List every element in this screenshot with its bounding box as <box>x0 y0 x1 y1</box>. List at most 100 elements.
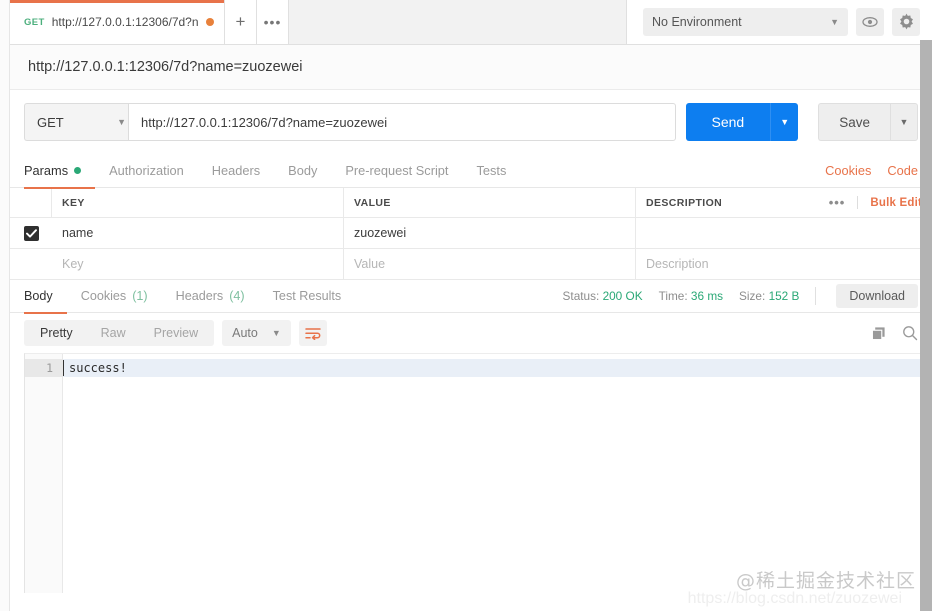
status-label: Status: <box>562 289 600 303</box>
size-label: Size: <box>739 289 766 303</box>
tab-headers[interactable]: Headers <box>198 154 274 188</box>
view-mode-pretty[interactable]: Pretty <box>26 322 87 344</box>
unsaved-indicator-icon <box>206 18 214 26</box>
response-tab-body[interactable]: Body <box>24 279 67 314</box>
chevron-down-icon: ▼ <box>117 117 126 127</box>
view-mode-preview[interactable]: Preview <box>140 322 212 344</box>
response-tab-cookies-label: Cookies <box>80 289 127 303</box>
time-badge: Time: 36 ms <box>659 289 723 303</box>
save-button-group: Save ▼ <box>818 103 918 141</box>
settings-button[interactable] <box>892 7 920 36</box>
size-badge: Size: 152 B <box>739 289 799 303</box>
editor-gutter: 1 <box>25 354 63 593</box>
tab-options-button[interactable]: ••• <box>257 0 289 44</box>
send-options-button[interactable]: ▼ <box>770 103 799 141</box>
search-response-button[interactable] <box>902 325 918 341</box>
request-title-url: http://127.0.0.1:12306/7d?name=zuozewei <box>28 59 303 75</box>
params-table-header: KEY VALUE DESCRIPTION ••• Bulk Edit <box>10 188 932 218</box>
response-tab-test-results[interactable]: Test Results <box>259 279 356 313</box>
text-wrap-icon <box>305 327 321 340</box>
postman-window: GET http://127.0.0.1:12306/7d?name= + ••… <box>0 0 932 611</box>
request-tabs: Params Authorization Headers Body Pre-re… <box>10 154 932 189</box>
new-tab-button[interactable]: + <box>225 0 257 44</box>
copy-response-button[interactable] <box>871 326 886 341</box>
response-body-toolbar: Pretty Raw Preview Auto ▼ <box>10 313 932 353</box>
response-toolbar-actions <box>871 325 918 341</box>
param-empty-key-input[interactable]: Key <box>52 249 344 279</box>
request-url-input[interactable]: http://127.0.0.1:12306/7d?name=zuozewei <box>128 103 676 141</box>
left-sidebar-rail <box>0 0 10 611</box>
request-url-value: http://127.0.0.1:12306/7d?name=zuozewei <box>141 114 388 130</box>
right-rail-top <box>920 0 932 40</box>
save-button[interactable]: Save <box>818 103 890 141</box>
params-header-value: VALUE <box>344 188 636 217</box>
status-value: 200 OK <box>602 289 643 303</box>
request-tab-strip: GET http://127.0.0.1:12306/7d?name= + ••… <box>10 0 627 44</box>
request-title-row: http://127.0.0.1:12306/7d?name=zuozewei <box>10 45 932 90</box>
time-label: Time: <box>658 289 688 303</box>
params-header-description: DESCRIPTION ••• Bulk Edit <box>636 188 932 217</box>
send-button-group: Send ▼ <box>685 103 799 141</box>
http-method-label: GET <box>37 114 64 130</box>
meta-divider <box>815 287 817 305</box>
chevron-down-icon: ▼ <box>830 16 839 27</box>
param-enabled-checkbox[interactable] <box>23 225 39 241</box>
top-bar: GET http://127.0.0.1:12306/7d?name= + ••… <box>10 0 932 45</box>
line-number: 1 <box>25 359 62 377</box>
params-table: KEY VALUE DESCRIPTION ••• Bulk Edit name… <box>10 188 932 280</box>
chevron-down-icon: ▼ <box>271 328 281 338</box>
params-more-options-button[interactable]: ••• <box>817 196 859 209</box>
param-empty-value-input[interactable]: Value <box>344 249 636 279</box>
response-body-editor[interactable]: 1 success! <box>24 353 932 593</box>
response-tab-headers-label: Headers <box>175 289 224 303</box>
request-tab-method: GET <box>24 16 45 28</box>
request-tab-url: http://127.0.0.1:12306/7d?name= <box>51 15 199 29</box>
save-options-button[interactable]: ▼ <box>890 103 918 141</box>
table-row[interactable]: name zuozewei <box>10 218 932 249</box>
param-empty-checkbox-cell <box>10 249 52 279</box>
response-tab-headers[interactable]: Headers (4) <box>162 279 259 313</box>
check-icon <box>25 228 37 238</box>
download-button[interactable]: Download <box>836 284 918 308</box>
environment-select[interactable]: No Environment ▼ <box>643 7 848 36</box>
environment-area: No Environment ▼ <box>627 0 932 44</box>
param-value-input[interactable]: zuozewei <box>344 218 636 248</box>
cookies-link[interactable]: Cookies <box>825 163 871 178</box>
params-header-description-label: DESCRIPTION <box>646 196 723 209</box>
bulk-edit-button[interactable]: Bulk Edit <box>858 197 922 209</box>
response-tab-cookies-count: (1) <box>132 289 148 303</box>
eye-icon <box>862 16 878 27</box>
vertical-scrollbar[interactable] <box>920 40 932 611</box>
request-tab-active[interactable]: GET http://127.0.0.1:12306/7d?name= <box>10 0 225 44</box>
wrap-lines-button[interactable] <box>298 320 327 346</box>
params-active-dot-icon <box>74 167 82 174</box>
size-value: 152 B <box>768 289 800 303</box>
response-tab-cookies[interactable]: Cookies (1) <box>67 279 162 313</box>
response-body-line: success! <box>63 359 932 377</box>
params-header-checkbox-cell <box>10 188 52 217</box>
tab-params[interactable]: Params <box>24 154 96 189</box>
tab-tests[interactable]: Tests <box>462 154 520 188</box>
view-mode-raw[interactable]: Raw <box>87 322 140 344</box>
environment-selected-label: No Environment <box>652 14 742 29</box>
gear-icon <box>899 13 913 30</box>
param-empty-description-input[interactable]: Description <box>636 249 932 279</box>
url-method-group: GET ▼ http://127.0.0.1:12306/7d?name=zuo… <box>24 103 676 141</box>
response-format-label: Auto <box>232 326 258 340</box>
param-description-input[interactable] <box>636 218 932 248</box>
response-tabs: Body Cookies (1) Headers (4) Test Result… <box>10 279 932 314</box>
environment-quick-look-button[interactable] <box>856 7 884 36</box>
tab-body[interactable]: Body <box>274 154 331 188</box>
response-format-select[interactable]: Auto ▼ <box>222 320 291 346</box>
time-value: 36 ms <box>690 289 724 303</box>
code-link[interactable]: Code <box>887 163 918 178</box>
copy-icon <box>871 326 885 340</box>
param-key-input[interactable]: name <box>52 218 344 248</box>
send-button[interactable]: Send <box>685 103 771 141</box>
status-badge: Status: 200 OK <box>563 289 643 303</box>
tab-pre-request-script[interactable]: Pre-request Script <box>331 154 462 188</box>
tab-authorization[interactable]: Authorization <box>95 154 198 188</box>
param-row-checkbox-cell <box>10 218 52 248</box>
http-method-select[interactable]: GET ▼ <box>24 103 138 141</box>
table-row-empty[interactable]: Key Value Description <box>10 249 932 280</box>
